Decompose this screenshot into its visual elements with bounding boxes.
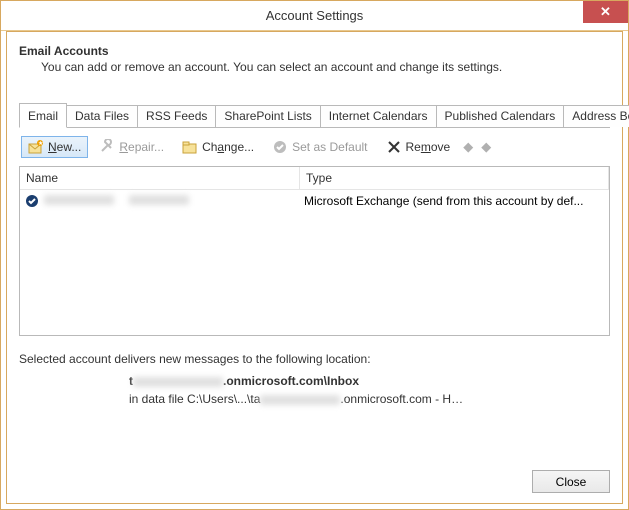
folder-change-icon — [182, 139, 198, 155]
tab-email[interactable]: Email — [19, 103, 67, 128]
tab-strip: Email Data Files RSS Feeds SharePoint Li… — [19, 102, 610, 128]
col-header-type[interactable]: Type — [300, 167, 609, 189]
accounts-list: Name Type Microsoft Exchange (send from … — [19, 166, 610, 336]
set-default-button: Set as Default — [265, 136, 374, 158]
window-close-button[interactable]: ✕ — [583, 1, 628, 23]
tab-label: Internet Calendars — [329, 109, 428, 123]
section-subheading: You can add or remove an account. You ca… — [41, 60, 610, 74]
check-circle-icon — [272, 139, 288, 155]
tab-sharepoint-lists[interactable]: SharePoint Lists — [215, 105, 320, 127]
list-header: Name Type — [20, 167, 609, 190]
button-label: Repair... — [119, 140, 164, 154]
button-label: Change... — [202, 140, 254, 154]
button-label: Remove — [406, 140, 451, 154]
button-label: Close — [556, 475, 587, 489]
window-title: Account Settings — [1, 8, 628, 23]
col-header-name[interactable]: Name — [20, 167, 300, 189]
delivery-info: Selected account delivers new messages t… — [19, 352, 610, 406]
toolbar: ★ New... Repair... Change... — [19, 128, 610, 166]
svg-text:★: ★ — [38, 140, 43, 147]
tab-label: SharePoint Lists — [224, 109, 311, 123]
tab-address-books[interactable]: Address Books — [563, 105, 629, 127]
tab-rss-feeds[interactable]: RSS Feeds — [137, 105, 216, 127]
cell-type: Microsoft Exchange (send from this accou… — [304, 194, 605, 208]
tab-internet-calendars[interactable]: Internet Calendars — [320, 105, 437, 127]
envelope-new-icon: ★ — [28, 139, 44, 155]
close-button[interactable]: Close — [532, 470, 610, 493]
close-icon: ✕ — [600, 4, 611, 20]
tab-label: Data Files — [75, 109, 129, 123]
move-down-icon: ◆ — [479, 139, 493, 155]
default-account-check-icon — [24, 193, 40, 209]
section-heading: Email Accounts — [19, 44, 610, 58]
change-button[interactable]: Change... — [175, 136, 261, 158]
tab-label: RSS Feeds — [146, 109, 207, 123]
dialog-body: Email Accounts You can add or remove an … — [6, 31, 623, 504]
button-label: Set as Default — [292, 140, 367, 154]
account-name — [44, 194, 189, 208]
account-settings-window: Account Settings ✕ Email Accounts You ca… — [0, 0, 629, 510]
delivery-location: t.onmicrosoft.com\Inbox — [129, 374, 610, 388]
delivery-intro: Selected account delivers new messages t… — [19, 352, 610, 366]
new-button[interactable]: ★ New... — [21, 136, 88, 158]
move-up-icon: ◆ — [461, 139, 475, 155]
remove-button[interactable]: Remove — [379, 136, 458, 158]
tab-published-calendars[interactable]: Published Calendars — [436, 105, 565, 127]
titlebar: Account Settings ✕ — [1, 1, 628, 31]
repair-button: Repair... — [92, 136, 171, 158]
wrench-icon — [99, 139, 115, 155]
tab-label: Address Books — [572, 109, 629, 123]
remove-x-icon — [386, 139, 402, 155]
table-row[interactable]: Microsoft Exchange (send from this accou… — [20, 190, 609, 212]
tab-label: Email — [28, 109, 58, 123]
cell-name — [24, 193, 304, 209]
tab-label: Published Calendars — [445, 109, 556, 123]
button-label: New... — [48, 140, 81, 154]
tab-data-files[interactable]: Data Files — [66, 105, 138, 127]
delivery-datafile: in data file C:\Users\...\ta.onmicrosoft… — [129, 392, 610, 406]
dialog-buttons: Close — [532, 470, 610, 493]
